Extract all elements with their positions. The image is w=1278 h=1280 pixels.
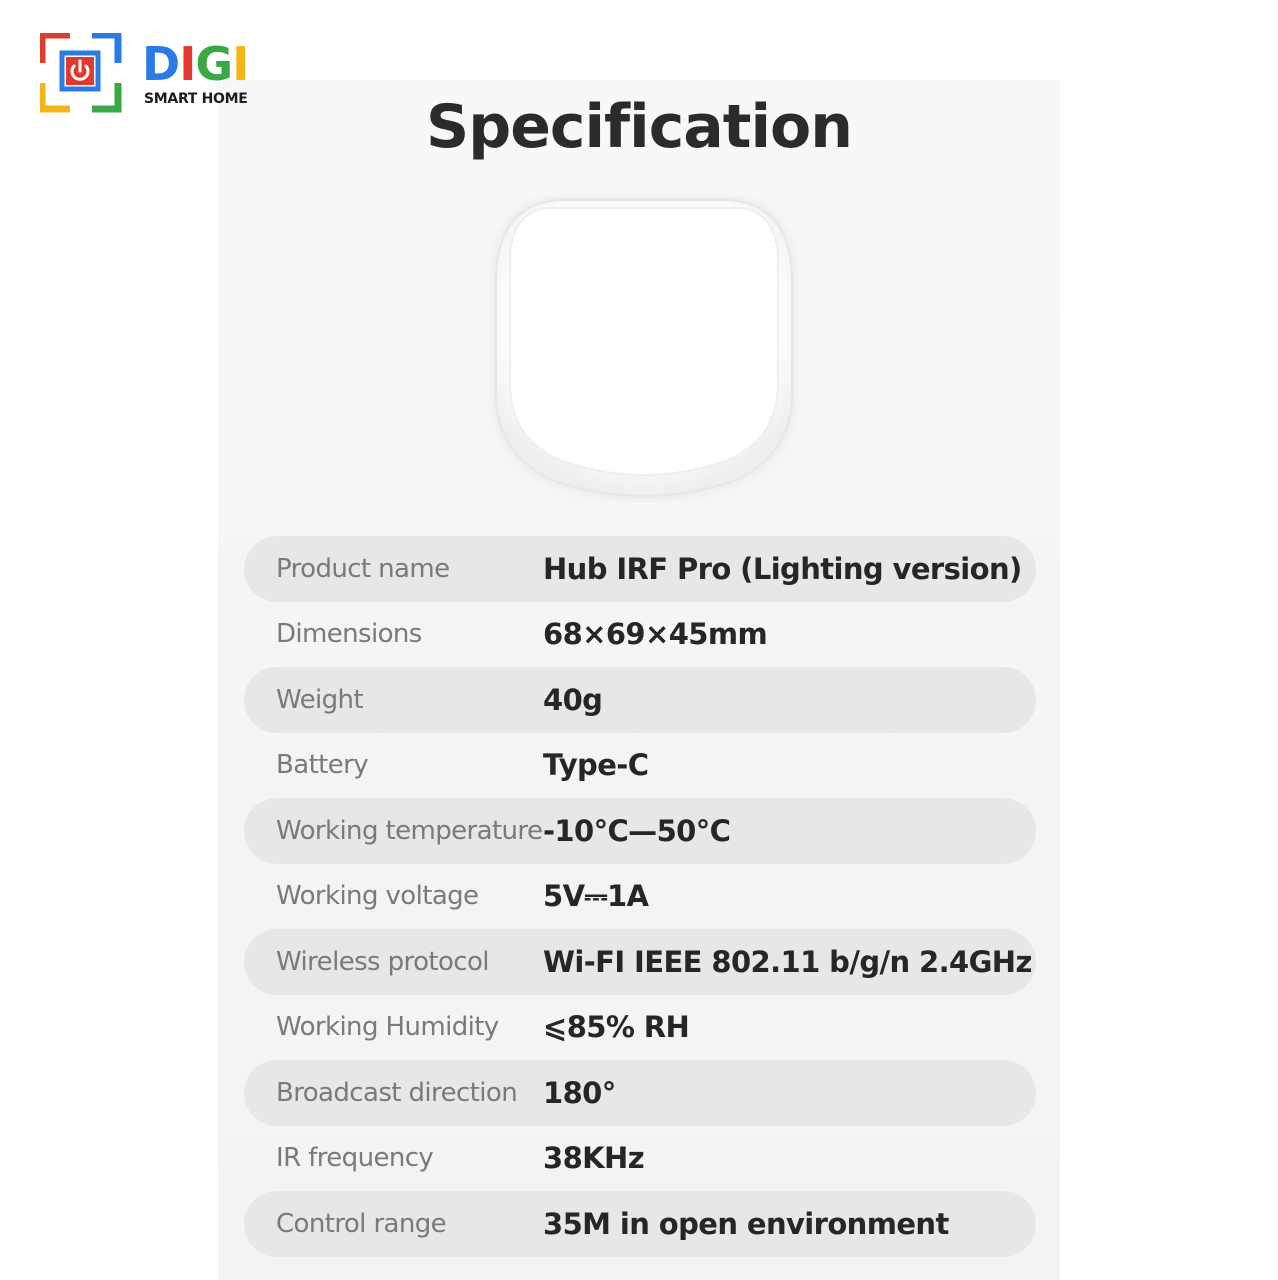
brand-letter-d: D bbox=[142, 37, 180, 91]
spec-label: Working voltage bbox=[276, 881, 479, 912]
spec-label: Weight bbox=[276, 684, 364, 715]
spec-label: Battery bbox=[276, 750, 369, 781]
spec-value: Type-C bbox=[543, 748, 649, 783]
spec-label: Wireless protocol bbox=[276, 946, 490, 977]
page-title: Specification bbox=[426, 92, 853, 162]
brand-letter-g: G bbox=[195, 37, 233, 91]
spec-row-broadcast-direction: Broadcast direction 180° bbox=[244, 1060, 1036, 1126]
spec-label: Working Humidity bbox=[276, 1012, 499, 1043]
spec-row-working-temperature: Working temperature -10°C—50°C bbox=[244, 798, 1036, 864]
brand-name: DIGI bbox=[142, 37, 249, 91]
spec-label: Broadcast direction bbox=[276, 1077, 518, 1108]
spec-value: -10°C—50°C bbox=[543, 813, 731, 848]
brand-letter-i: I bbox=[179, 37, 196, 91]
spec-label: Product name bbox=[276, 553, 450, 584]
spec-value: 35M in open environment bbox=[543, 1206, 949, 1241]
spec-value: ⩽85% RH bbox=[543, 1010, 690, 1045]
spec-row-wireless-protocol: Wireless protocol Wi-FI IEEE 802.11 b/g/… bbox=[244, 929, 1036, 995]
spec-label: Dimensions bbox=[276, 619, 422, 650]
spec-value: 5V⎓1A bbox=[543, 878, 649, 913]
spec-row-product-name: Product name Hub IRF Pro (Lighting versi… bbox=[244, 536, 1036, 602]
white-hub-device-image bbox=[488, 190, 800, 502]
spec-value: Hub IRF Pro (Lighting version) bbox=[543, 551, 1022, 586]
spec-row-weight: Weight 40g bbox=[244, 667, 1036, 733]
spec-row-battery: Battery Type-C bbox=[244, 733, 1036, 799]
spec-value: Wi-FI IEEE 802.11 b/g/n 2.4GHz bbox=[543, 944, 1032, 979]
spec-label: Control range bbox=[276, 1208, 447, 1239]
spec-label: Working temperature bbox=[276, 815, 543, 846]
spec-row-working-humidity: Working Humidity ⩽85% RH bbox=[244, 995, 1036, 1061]
spec-label: IR frequency bbox=[276, 1143, 434, 1174]
spec-value: 180° bbox=[543, 1075, 616, 1110]
spec-row-control-range: Control range 35M in open environment bbox=[244, 1191, 1036, 1257]
spec-row-ir-frequency: IR frequency 38KHz bbox=[244, 1126, 1036, 1192]
spec-row-dimensions: Dimensions 68×69×45mm bbox=[244, 602, 1036, 668]
spec-value: 68×69×45mm bbox=[543, 617, 768, 652]
spec-row-working-voltage: Working voltage 5V⎓1A bbox=[244, 864, 1036, 930]
brand-letter-i-2: I bbox=[232, 37, 249, 91]
spec-value: 38KHz bbox=[543, 1141, 645, 1176]
spec-value: 40g bbox=[543, 682, 603, 717]
spec-table: Product name Hub IRF Pro (Lighting versi… bbox=[244, 536, 1036, 1257]
